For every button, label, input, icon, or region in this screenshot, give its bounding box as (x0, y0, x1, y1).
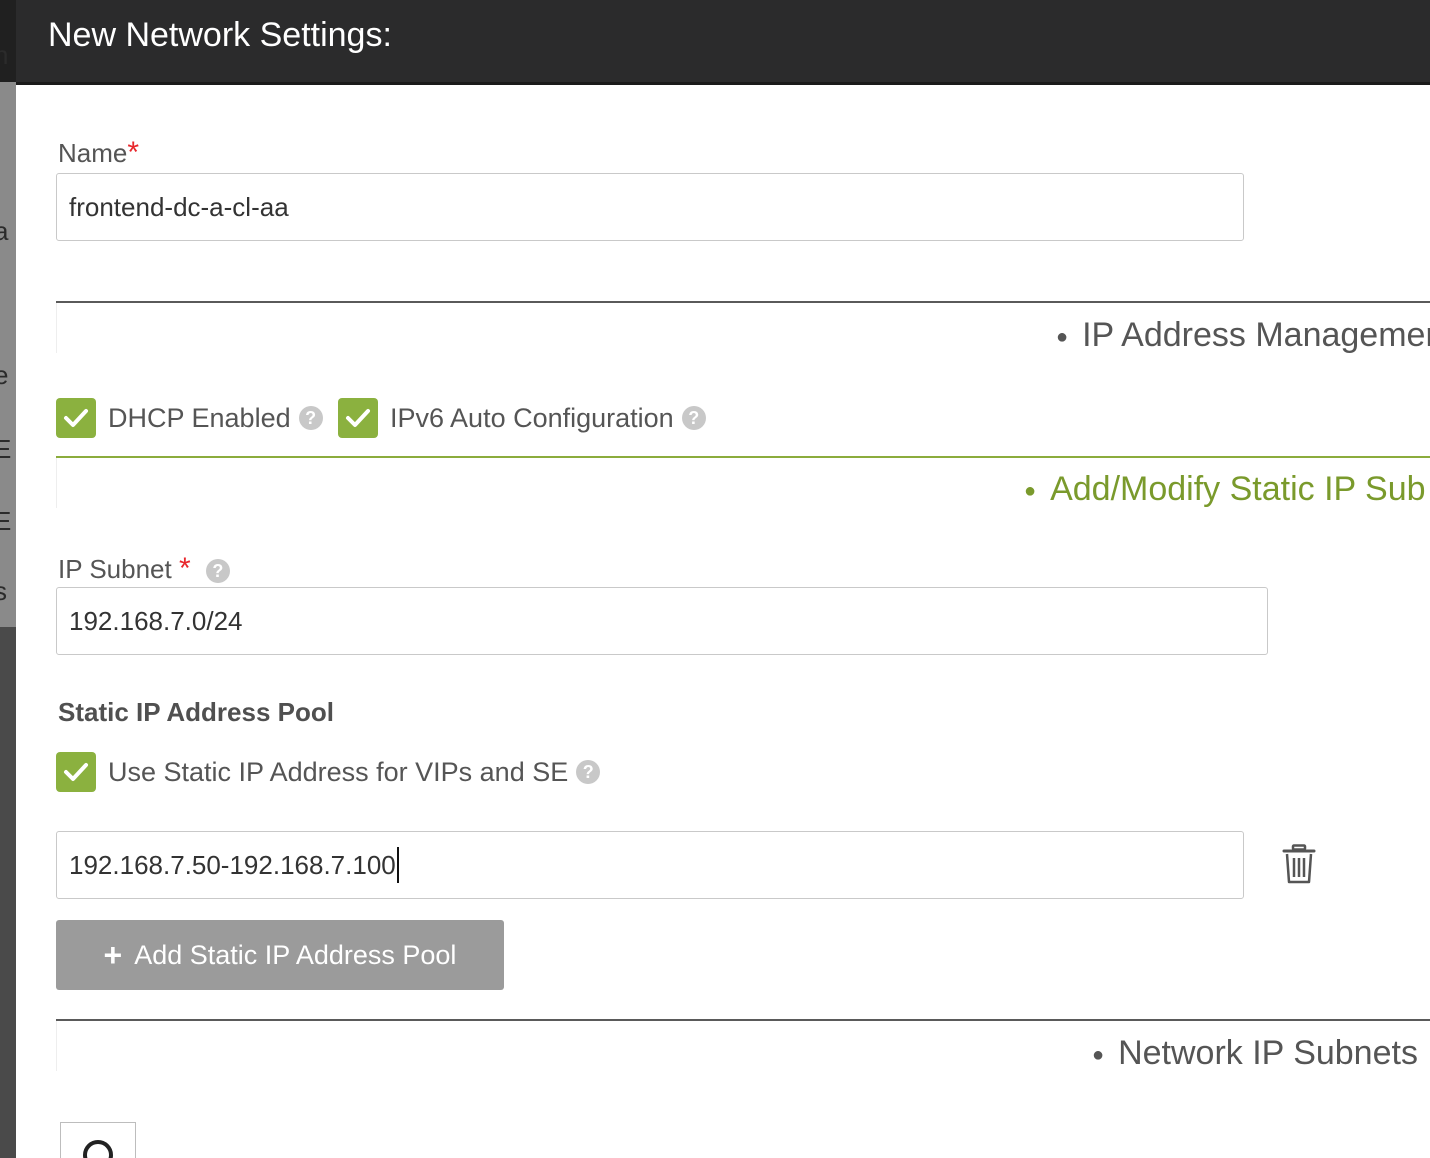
use-static-ip-checkbox[interactable] (56, 752, 96, 792)
ipv6-auto-config-checkbox-row[interactable]: IPv6 Auto Configuration ? (338, 398, 706, 438)
plus-icon: + (103, 936, 123, 973)
question-circle-icon[interactable]: ? (681, 406, 706, 430)
name-input[interactable]: frontend-dc-a-cl-aa (56, 173, 1244, 241)
search-button[interactable] (60, 1122, 136, 1158)
bullet-icon: ● (1024, 479, 1037, 502)
name-label-row: Name* (58, 136, 139, 170)
background-text-fragment: n (0, 40, 9, 70)
required-asterisk: * (178, 552, 191, 585)
name-input-value: frontend-dc-a-cl-aa (69, 192, 289, 222)
static-ip-range-input[interactable]: 192.168.7.50-192.168.7.100 (56, 831, 1244, 899)
ip-subnet-input-value: 192.168.7.0/24 (69, 606, 243, 636)
background-text-fragment: s (0, 576, 7, 606)
check-icon (64, 763, 88, 781)
modal-title: New Network Settings: (48, 16, 392, 54)
section-title-static-ip-subnet[interactable]: ● Add/Modify Static IP Sub (1024, 470, 1426, 509)
section-divider (56, 1019, 1430, 1021)
section-title-text: Add/Modify Static IP Sub (1050, 470, 1426, 508)
ipv6-auto-config-label: IPv6 Auto Configuration (390, 402, 674, 433)
check-icon (64, 409, 88, 427)
ip-subnet-label-row: IP Subnet * ? (58, 552, 230, 586)
dhcp-enabled-checkbox-row[interactable]: DHCP Enabled ? (56, 398, 323, 438)
question-circle-icon[interactable]: ? (205, 559, 230, 584)
trash-icon[interactable] (1282, 844, 1316, 884)
required-asterisk: * (127, 136, 140, 169)
section-divider-stub (56, 1021, 57, 1071)
background-text-fragment: E (0, 506, 12, 536)
bullet-icon: ● (1056, 325, 1069, 348)
add-static-ip-pool-label: Add Static IP Address Pool (134, 939, 457, 970)
section-title-network-ip-subnets[interactable]: ● Network IP Subnets (1092, 1034, 1418, 1073)
static-ip-range-value: 192.168.7.50-192.168.7.100 (69, 850, 396, 880)
search-icon (83, 1140, 113, 1158)
static-ip-pool-heading: Static IP Address Pool (58, 697, 334, 727)
use-static-ip-checkbox-row[interactable]: Use Static IP Address for VIPs and SE ? (56, 752, 601, 792)
section-divider-active (56, 456, 1430, 458)
dhcp-enabled-label: DHCP Enabled (108, 402, 291, 433)
question-circle-icon[interactable]: ? (298, 406, 323, 430)
section-title-text: IP Address Managemer (1082, 316, 1430, 354)
background-page: n a e E E s (0, 0, 16, 1158)
section-divider (56, 301, 1430, 303)
section-divider-stub (56, 458, 57, 508)
section-divider-stub (56, 303, 57, 353)
add-static-ip-pool-button[interactable]: + Add Static IP Address Pool (56, 920, 504, 990)
section-title-text: Network IP Subnets (1118, 1034, 1418, 1072)
use-static-ip-label: Use Static IP Address for VIPs and SE (108, 756, 569, 787)
bullet-icon: ● (1092, 1043, 1105, 1066)
ip-subnet-input[interactable]: 192.168.7.0/24 (56, 587, 1268, 655)
network-settings-modal: New Network Settings: Name* frontend-dc-… (16, 0, 1430, 1158)
modal-header: New Network Settings: (16, 0, 1430, 85)
background-text-fragment: E (0, 434, 12, 464)
background-text-fragment: e (0, 360, 9, 390)
text-caret (396, 847, 399, 884)
name-label: Name (58, 138, 128, 168)
ipv6-auto-config-checkbox[interactable] (338, 398, 378, 438)
question-circle-icon[interactable]: ? (576, 760, 601, 784)
check-icon (346, 409, 370, 427)
dhcp-enabled-checkbox[interactable] (56, 398, 96, 438)
section-title-ip-address-management[interactable]: ● IP Address Managemer (1056, 316, 1430, 355)
ip-subnet-label: IP Subnet (58, 554, 172, 584)
background-text-fragment: a (0, 216, 9, 246)
